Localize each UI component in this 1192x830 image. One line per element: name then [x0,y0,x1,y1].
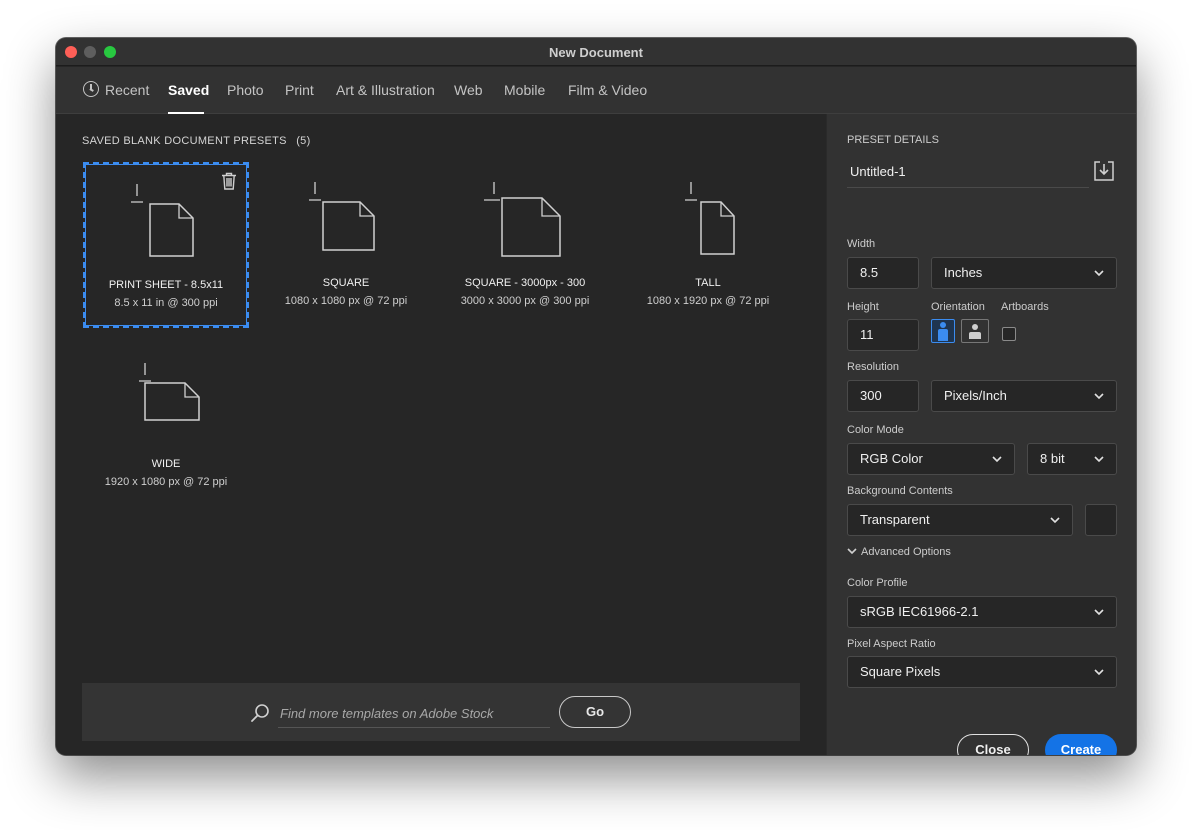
chevron-down-icon [992,456,1002,463]
preset-details-heading: PRESET DETAILS [847,134,939,146]
preset-detail: 1080 x 1920 px @ 72 ppi [646,295,770,307]
preset-name: WIDE [151,458,181,470]
height-field[interactable]: 11 [847,319,919,351]
save-preset-icon[interactable] [1093,160,1115,182]
tab-saved[interactable]: Saved [168,82,209,98]
landscape-orientation-button[interactable] [961,319,989,343]
preset-card[interactable]: PRINT SHEET - 8.5x11 8.5 x 11 in @ 300 p… [83,162,249,328]
portrait-orientation-button[interactable] [931,319,955,343]
preset-detail: 3000 x 3000 px @ 300 ppi [460,295,590,307]
preset-card[interactable]: WIDE 1920 x 1080 px @ 72 ppi [83,343,249,509]
title-bar: New Document [56,38,1136,66]
landscape-person-icon [969,324,981,339]
category-tabs: Recent Saved Photo Print Art & Illustrat… [56,67,1136,114]
artboards-label: Artboards [1001,301,1049,313]
resolution-label: Resolution [847,361,899,373]
stock-search-input[interactable] [278,700,550,728]
presets-count: (5) [296,135,311,147]
tab-film-video[interactable]: Film & Video [568,82,647,98]
preset-detail: 8.5 x 11 in @ 300 ppi [114,297,218,309]
chevron-down-icon [1094,669,1104,676]
width-unit-value: Inches [944,265,983,280]
go-button[interactable]: Go [559,696,631,728]
wide-document-icon [139,363,200,421]
background-contents-label: Background Contents [847,485,953,497]
window-title: New Document [549,45,643,60]
width-unit-dropdown[interactable]: Inches [931,257,1117,289]
resolution-unit-dropdown[interactable]: Pixels/Inch [931,380,1117,412]
preset-detail: 1920 x 1080 px @ 72 ppi [104,476,228,488]
stock-search-bar: Go [82,683,800,741]
background-contents-dropdown[interactable]: Transparent [847,504,1073,536]
close-button[interactable]: Close [957,734,1029,755]
color-profile-dropdown[interactable]: sRGB IEC61966-2.1 [847,596,1117,628]
background-color-swatch[interactable] [1085,504,1117,536]
bit-depth-dropdown[interactable]: 8 bit [1027,443,1117,475]
chevron-down-icon [847,548,857,555]
chevron-down-icon [1050,517,1060,524]
create-button[interactable]: Create [1045,734,1117,755]
preset-name: SQUARE [322,277,370,289]
color-mode-label: Color Mode [847,424,904,436]
chevron-down-icon [1094,270,1104,277]
tab-photo[interactable]: Photo [227,82,264,98]
portrait-document-icon [131,184,194,257]
square-document-icon [309,182,375,251]
tab-art-illustration[interactable]: Art & Illustration [336,82,435,98]
orientation-label: Orientation [931,301,985,313]
clock-icon [83,81,99,97]
advanced-options-toggle[interactable]: Advanced Options [847,546,951,558]
preset-card[interactable]: SQUARE 1080 x 1080 px @ 72 ppi [263,162,429,328]
presets-heading-label: SAVED BLANK DOCUMENT PRESETS [82,135,287,147]
chevron-down-icon [1094,393,1104,400]
presets-heading: SAVED BLANK DOCUMENT PRESETS (5) [82,135,311,147]
tab-mobile[interactable]: Mobile [504,82,545,98]
chevron-down-icon [1094,609,1104,616]
height-label: Height [847,301,879,313]
pixel-aspect-ratio-value: Square Pixels [860,664,941,679]
bit-depth-value: 8 bit [1040,451,1065,466]
preset-card[interactable]: TALL 1080 x 1920 px @ 72 ppi [625,162,791,328]
square-document-icon [484,182,561,257]
document-name-field[interactable]: Untitled-1 [847,158,1089,188]
portrait-person-icon [938,322,948,341]
tab-print[interactable]: Print [285,82,314,98]
artboards-checkbox[interactable] [1002,327,1016,341]
preset-name: PRINT SHEET - 8.5x11 [108,279,224,291]
preset-name: SQUARE - 3000px - 300 [464,277,586,289]
presets-panel: SAVED BLANK DOCUMENT PRESETS (5) PRINT S… [56,114,826,755]
tall-document-icon [685,182,735,255]
color-profile-value: sRGB IEC61966-2.1 [860,604,979,619]
tab-recent[interactable]: Recent [105,82,149,98]
tab-web[interactable]: Web [454,82,483,98]
color-mode-dropdown[interactable]: RGB Color [847,443,1015,475]
pixel-aspect-ratio-dropdown[interactable]: Square Pixels [847,656,1117,688]
pixel-aspect-ratio-label: Pixel Aspect Ratio [847,638,936,650]
resolution-unit-value: Pixels/Inch [944,388,1007,403]
color-mode-value: RGB Color [860,451,923,466]
width-label: Width [847,238,876,250]
width-field[interactable]: 8.5 [847,257,919,289]
preset-details-panel: PRESET DETAILS Untitled-1 Width 8.5 Inch… [826,114,1136,755]
color-profile-label: Color Profile [847,577,908,589]
search-icon [251,704,269,722]
advanced-options-label: Advanced Options [861,546,951,558]
background-contents-value: Transparent [860,512,930,527]
preset-card[interactable]: SQUARE - 3000px - 300 3000 x 3000 px @ 3… [442,162,608,328]
resolution-field[interactable]: 300 [847,380,919,412]
preset-name: TALL [695,277,721,289]
chevron-down-icon [1094,456,1104,463]
preset-detail: 1080 x 1080 px @ 72 ppi [284,295,408,307]
new-document-dialog: New Document Recent Saved Photo Print Ar… [56,38,1136,755]
